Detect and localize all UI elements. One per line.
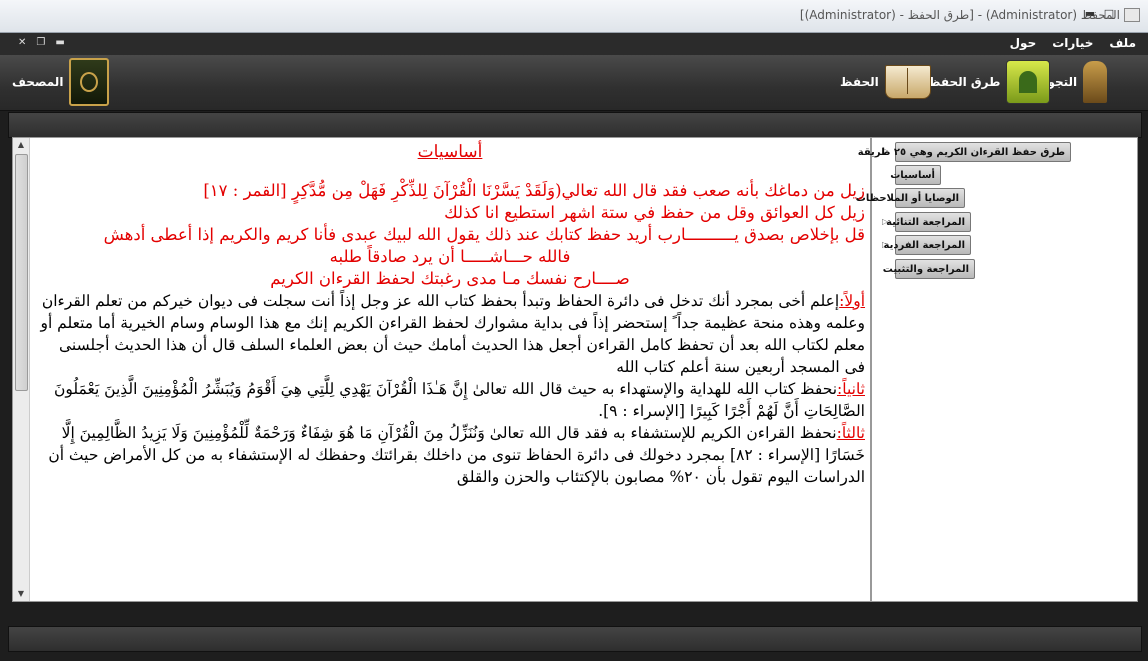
mdi-controls: ✕ ❐ ▬ [18,37,65,48]
title-bar: ▬ □ ✕ [(Administrator) - طرق الحفظ] - (A… [0,0,1148,33]
memorization-button[interactable]: الحفظ [840,59,931,105]
tree-node-basics[interactable]: أساسيات [890,165,941,185]
doc-line: قل بإخلاص بصدق يــــــــــارب أريد حفظ ك… [103,225,865,244]
mushaf-icon [69,58,110,106]
document-text: أساسيات زيل من دماغك بأنه صعب فقد قال ال… [35,138,865,488]
tab-strip [8,112,1142,138]
doc-line: صــــارح نفسك مـا مدى رغبتك لحفظ القرءان… [270,269,630,288]
status-strip [8,626,1142,652]
tree-node-review-fix[interactable]: المراجعة والتثبيت [883,259,975,279]
mosque-icon [1083,61,1108,103]
vertical-scrollbar[interactable]: ▲ ▼ [13,138,30,601]
document-viewer[interactable]: ▲ ▼ أساسيات زيل من دماغك بأنه صعب فقد قا… [12,137,871,602]
menu-about[interactable]: حول [1010,36,1037,50]
memorization-methods-button[interactable]: طرق الحفظ [928,59,1051,105]
menu-bar: ✕ ❐ ▬ ملف خيارات حول [0,33,1148,55]
window-title: [(Administrator) - طرق الحفظ] - (Adminis… [799,8,1120,22]
paragraph-label: أولاً: [839,292,865,310]
menu-options[interactable]: خيارات [1052,36,1093,50]
doc-paragraph: ثانياً:نحفظ كتاب الله للهداية والإستهداء… [35,378,865,422]
document-heading: أساسيات [417,142,483,162]
tree-node-review-pair[interactable]: المراجعة التنائية [886,212,971,232]
mdi-close-icon[interactable]: ✕ [18,37,26,48]
menu-file[interactable]: ملف [1109,36,1136,50]
tree-node-advice[interactable]: الوصايا أو الملاحظات [856,188,965,208]
scroll-thumb[interactable] [15,154,28,391]
doc-line: زيل كل العوائق وقل من حفظ في ستة اشهر اس… [444,203,865,222]
paragraph-label: ثانياً: [837,380,865,398]
tree-node-review-single[interactable]: المراجعة الفردية [884,235,971,255]
tree-panel: ▷ طرق حفظ القرءان الكريم وهي ٢٥ طريقة أس… [856,137,1138,602]
memorization-methods-label: طرق الحفظ [928,75,1001,89]
mushaf-label: المصحف [12,75,64,89]
scroll-up-icon[interactable]: ▲ [13,138,29,152]
doc-paragraph: ثالثاً:نحفظ القراءن الكريم للإستشفاء به … [35,422,865,488]
paragraph-text: نحفظ كتاب الله للهداية والإستهداء به حيث… [53,380,865,420]
open-book-icon [884,65,931,99]
toolbar: التجويد طرق الحفظ الحفظ المصحف [0,55,1148,111]
mdi-restore-icon[interactable]: ❐ [36,37,45,48]
doc-line: فالله حـــاشـــــا أن يرد صادقاً طلبه [329,247,571,266]
mushaf-button[interactable]: المصحف [12,58,110,106]
mosque-frame-icon [1006,60,1051,104]
doc-line: زيل من دماغك بأنه صعب فقد قال الله تعالي… [203,181,865,200]
memorization-label: الحفظ [840,75,879,89]
app-icon [1124,8,1140,22]
paragraph-label: ثالثاً: [836,424,865,442]
mdi-minimize-icon[interactable]: ▬ [55,37,64,48]
doc-paragraph: أولاً:إعلم أخى بمجرد أنك تدخل فى دائرة ا… [35,290,865,378]
paragraph-text: نحفظ القراءن الكريم للإستشفاء به فقد قال… [48,424,865,486]
paragraph-text: إعلم أخى بمجرد أنك تدخل فى دائرة الحفاظ … [40,292,865,376]
scroll-down-icon[interactable]: ▼ [13,587,29,601]
tree-node-methods[interactable]: طرق حفظ القرءان الكريم وهي ٢٥ طريقة [858,142,1071,162]
